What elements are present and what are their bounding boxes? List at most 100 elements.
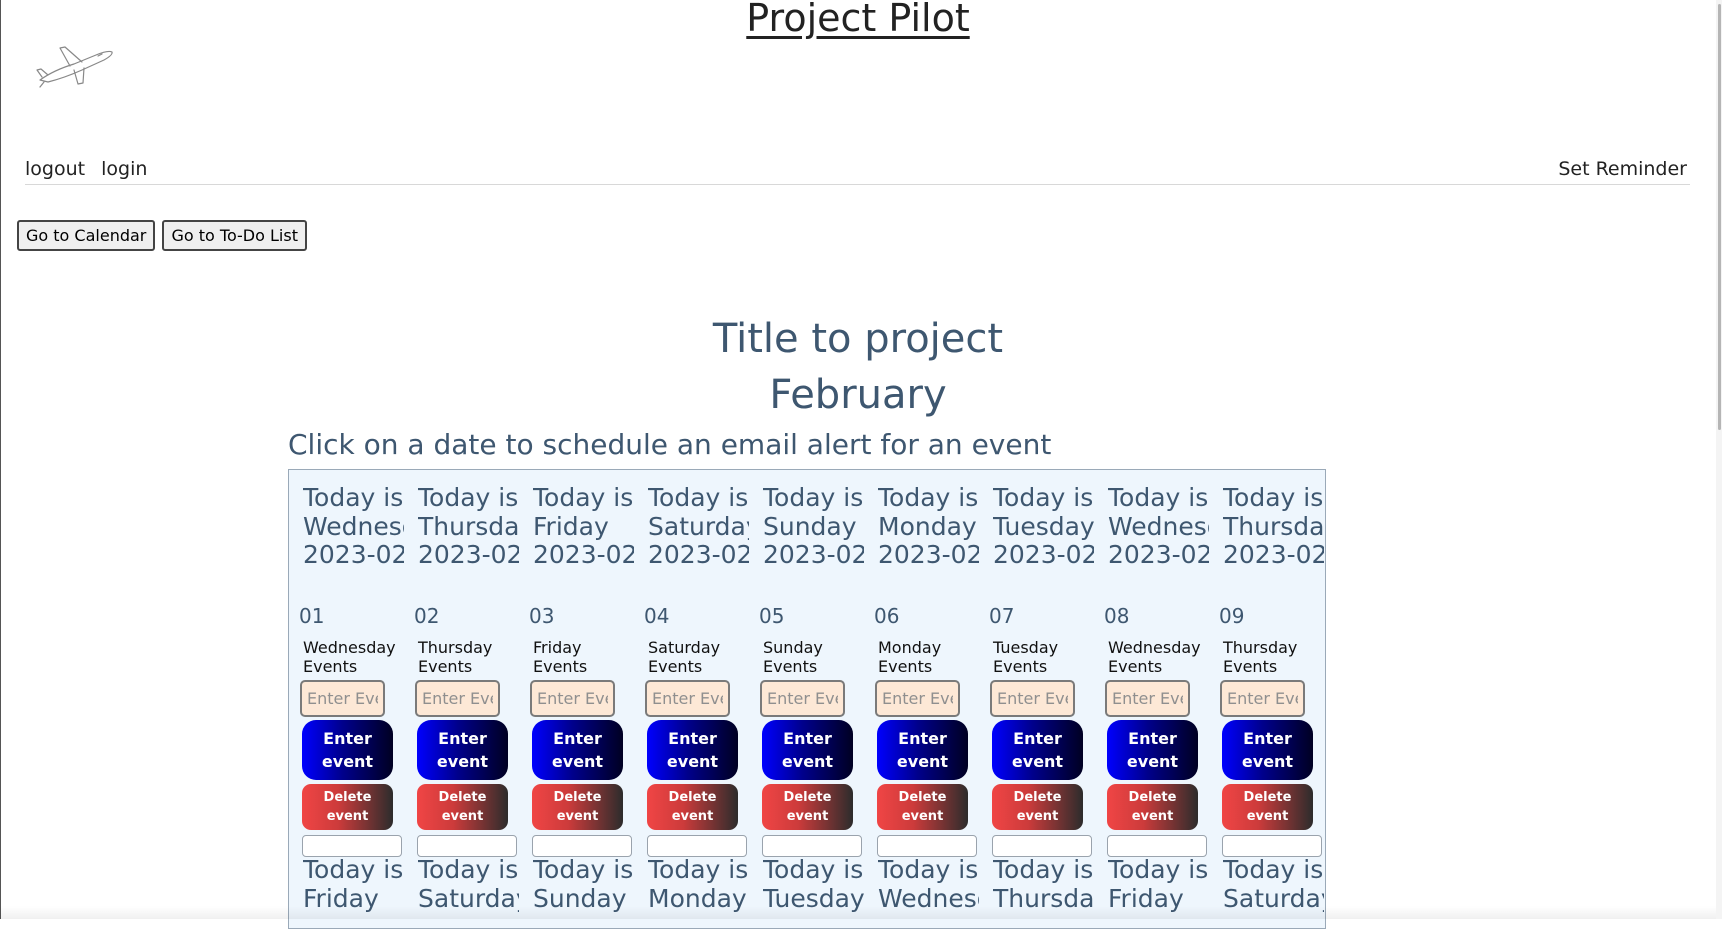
today-label: Today isSaturday2023-02-04 — [648, 484, 749, 570]
event-input[interactable] — [1220, 680, 1305, 717]
month-title: February — [769, 372, 947, 418]
event-input[interactable] — [530, 680, 615, 717]
enter-event-label: Enter — [1013, 729, 1062, 748]
set-reminder-link[interactable]: Set Reminder — [1558, 158, 1687, 180]
day-number[interactable]: 03 — [529, 604, 554, 628]
delete-event-button[interactable]: Delete event — [417, 784, 508, 830]
calendar-grid: Today isWednesday2023-02-0101Wednesday E… — [288, 469, 1326, 929]
enter-event-label: Enter — [1128, 729, 1177, 748]
day-number[interactable]: 04 — [644, 604, 669, 628]
email-alert-input[interactable] — [877, 835, 977, 857]
enter-event-button[interactable]: Enter event — [1107, 720, 1198, 780]
logout-link[interactable]: logout — [25, 158, 85, 180]
today-label-line: 2023-02-01 — [303, 540, 404, 569]
day-number[interactable]: 05 — [759, 604, 784, 628]
delete-event-label: event — [1016, 809, 1059, 824]
enter-event-label: event — [436, 752, 489, 771]
enter-event-label: event — [1241, 752, 1294, 771]
window-edge — [0, 0, 1, 919]
today-label-line: Today is — [878, 856, 979, 884]
event-input[interactable] — [875, 680, 960, 717]
next-row-today-label: Today isWednesday — [878, 856, 979, 913]
today-label-line: 2023-02-07 — [993, 540, 1094, 569]
enter-event-button[interactable]: Enter event — [532, 720, 623, 780]
event-input[interactable] — [760, 680, 845, 717]
today-label-line: 2023-02-04 — [648, 540, 749, 569]
today-label: Today isThursday2023-02-02 — [418, 484, 519, 570]
delete-event-button[interactable]: Delete event — [1107, 784, 1198, 830]
today-label-line: Wednesday — [303, 511, 404, 541]
email-alert-input[interactable] — [1107, 835, 1207, 857]
delete-event-button[interactable]: Delete event — [302, 784, 393, 830]
email-alert-input[interactable] — [762, 835, 862, 857]
enter-event-button[interactable]: Enter event — [302, 720, 393, 780]
today-label-line: 2023-02-02 — [418, 540, 519, 569]
next-row-today-label: Today is Friday — [1108, 856, 1209, 913]
auth-links: logout login — [25, 158, 157, 180]
delete-event-label: event — [441, 809, 484, 824]
enter-event-button[interactable]: Enter event — [417, 720, 508, 780]
today-label-line: Saturday — [648, 511, 749, 541]
enter-event-label: Enter — [1243, 729, 1292, 748]
today-label-line: Monday — [878, 511, 977, 541]
day-number[interactable]: 07 — [989, 604, 1014, 628]
delete-event-label: event — [1131, 809, 1174, 824]
app-title[interactable]: Project Pilot — [0, 0, 1716, 40]
enter-event-button[interactable]: Enter event — [762, 720, 853, 780]
day-number[interactable]: 06 — [874, 604, 899, 628]
login-link[interactable]: login — [101, 158, 147, 180]
today-label-line: Tuesday — [993, 511, 1094, 541]
delete-event-button[interactable]: Delete event — [532, 784, 623, 830]
events-label: Wednesday Events — [1108, 638, 1201, 676]
email-alert-input[interactable] — [1222, 835, 1322, 857]
delete-event-button[interactable]: Delete event — [647, 784, 738, 830]
delete-event-label: event — [671, 809, 714, 824]
next-row-today-label: Today is Monday — [648, 856, 749, 913]
today-label-line: 2023-02-09 — [1223, 540, 1324, 569]
enter-event-label: event — [666, 752, 719, 771]
next-row-today-label: Today isSaturday — [1223, 856, 1324, 913]
delete-event-button[interactable]: Delete event — [877, 784, 968, 830]
delete-event-button[interactable]: Delete event — [1222, 784, 1313, 830]
event-input[interactable] — [990, 680, 1075, 717]
today-label: Today isSunday2023-02-05 — [763, 484, 864, 570]
airplane-icon — [36, 46, 113, 88]
today-label-line: Today is — [1223, 484, 1324, 512]
delete-event-label: Delete — [668, 790, 717, 805]
go-to-calendar-button[interactable]: Go to Calendar — [17, 220, 156, 251]
email-alert-input[interactable] — [647, 835, 747, 857]
event-input[interactable] — [300, 680, 385, 717]
day-number[interactable]: 02 — [414, 604, 439, 628]
today-label: Today isFriday2023-02-03 — [533, 484, 634, 570]
today-label-line: Thursday — [418, 511, 519, 541]
email-alert-input[interactable] — [417, 835, 517, 857]
today-label-line: Today is — [533, 484, 634, 512]
delete-event-button[interactable]: Delete event — [992, 784, 1083, 830]
delete-event-label: Delete — [1243, 790, 1292, 805]
day-number[interactable]: 01 — [299, 604, 324, 628]
delete-event-label: Delete — [323, 790, 372, 805]
enter-event-button[interactable]: Enter event — [877, 720, 968, 780]
go-to-todo-button[interactable]: Go to To-Do List — [162, 220, 307, 251]
scrollbar-thumb[interactable] — [1718, 4, 1721, 430]
enter-event-button[interactable]: Enter event — [647, 720, 738, 780]
delete-event-label: event — [786, 809, 829, 824]
enter-event-button[interactable]: Enter event — [992, 720, 1083, 780]
event-input[interactable] — [645, 680, 730, 717]
events-label: Thursday Events — [1223, 638, 1298, 676]
day-number[interactable]: 09 — [1219, 604, 1244, 628]
today-label: Today isWednesday2023-02-08 — [1108, 484, 1209, 570]
email-alert-input[interactable] — [992, 835, 1092, 857]
event-input[interactable] — [1105, 680, 1190, 717]
day-number[interactable]: 08 — [1104, 604, 1129, 628]
project-title: Title to project — [712, 316, 1004, 362]
email-alert-input[interactable] — [532, 835, 632, 857]
delete-event-button[interactable]: Delete event — [762, 784, 853, 830]
today-label-line: Today is — [1108, 856, 1209, 884]
email-alert-input[interactable] — [302, 835, 402, 857]
enter-event-button[interactable]: Enter event — [1222, 720, 1313, 780]
delete-event-label: event — [326, 809, 369, 824]
today-label-line: Friday — [533, 511, 609, 541]
event-input[interactable] — [415, 680, 500, 717]
delete-event-label: event — [901, 809, 944, 824]
